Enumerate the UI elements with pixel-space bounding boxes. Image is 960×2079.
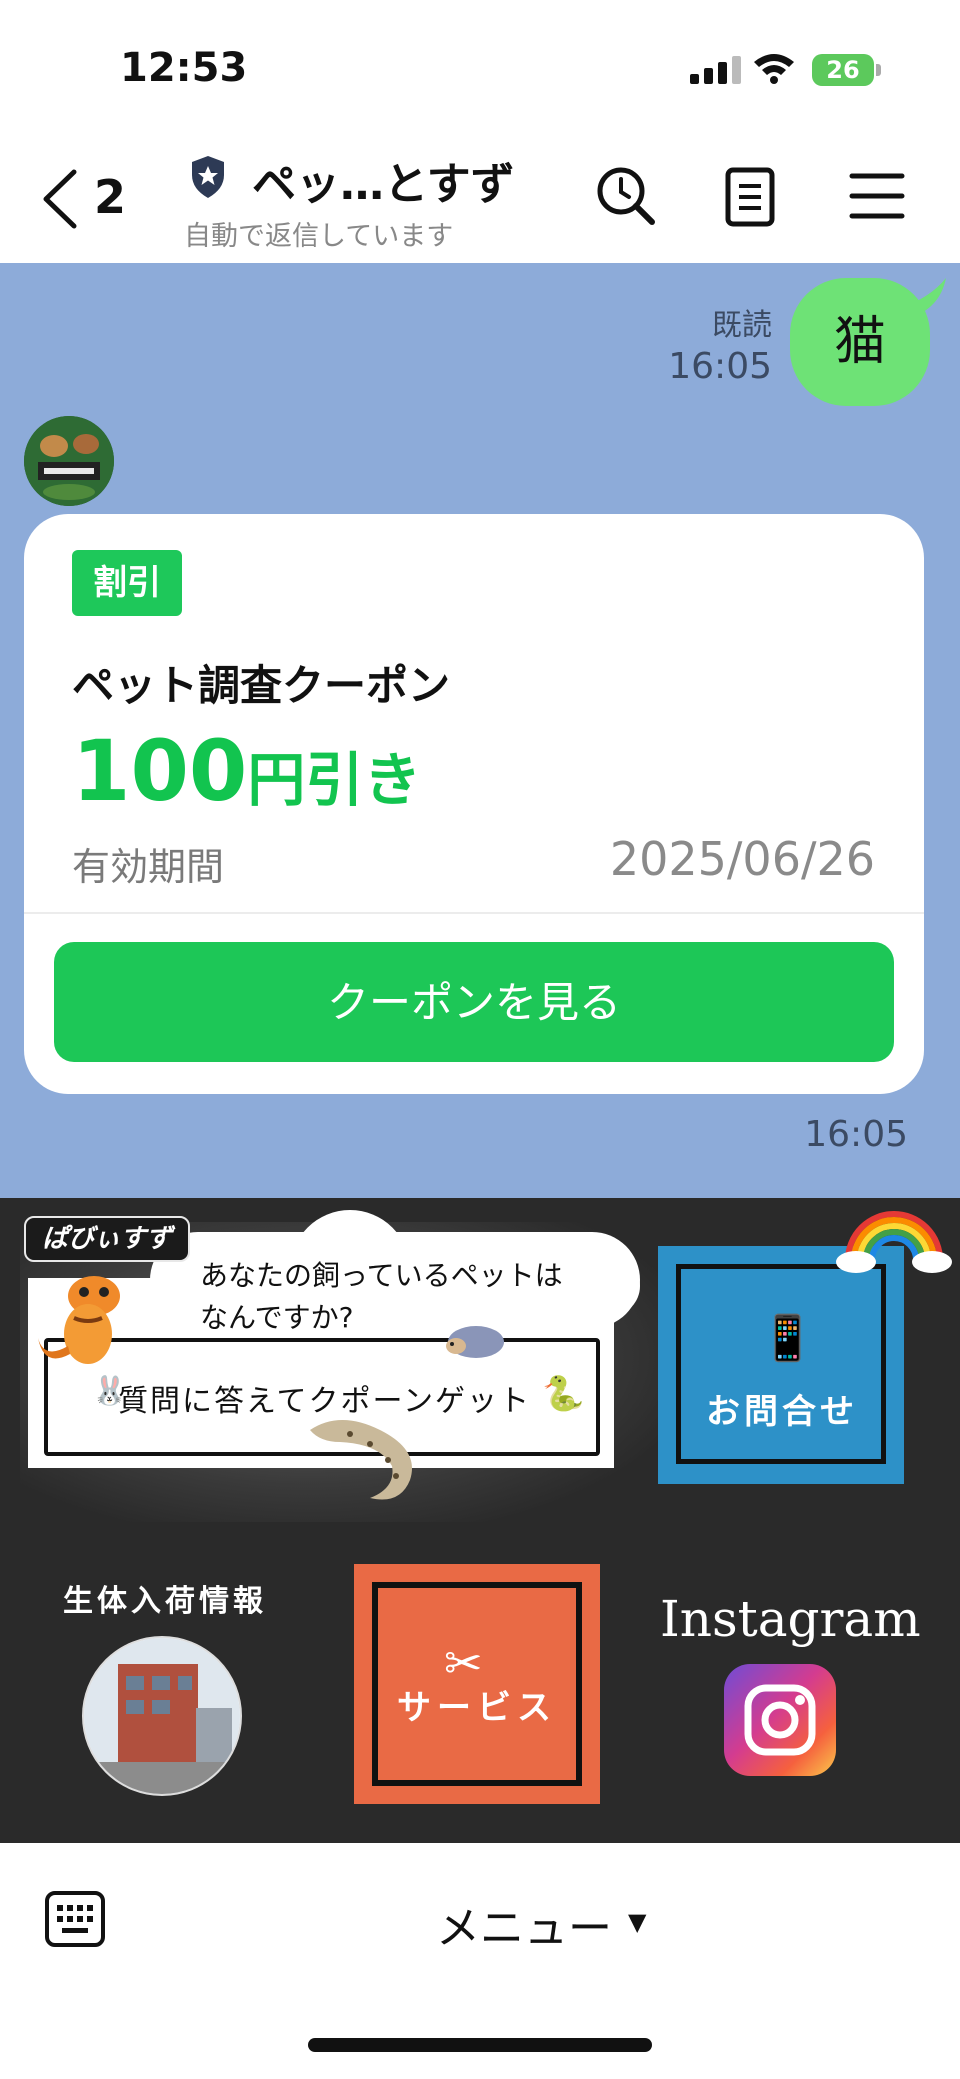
gecko-illustration — [38, 1276, 120, 1364]
validity-date: 2025/06/26 — [609, 832, 875, 886]
battery-tip — [876, 64, 881, 76]
coupon-type-badge: 割引 — [72, 550, 182, 616]
hedgehog-illustration — [446, 1326, 504, 1358]
view-coupon-button[interactable]: クーポンを見る — [54, 942, 894, 1062]
contact-label: お問合せ — [706, 1392, 858, 1432]
back-unread-count[interactable]: 2 — [94, 170, 126, 224]
discount-unit: 円引き — [247, 746, 422, 814]
coupon-discount: 100円引き — [72, 722, 421, 820]
sent-message-bubble[interactable]: 猫 — [790, 278, 930, 406]
battery-indicator: 26 — [812, 54, 874, 86]
auto-reply-status: 自動で返信しています — [184, 221, 454, 252]
shield-star-icon — [192, 156, 224, 198]
pet-question: あなたの飼っているペットは なんですか? — [200, 1259, 563, 1334]
received-message-time: 16:05 — [804, 1114, 908, 1155]
instagram-icon[interactable] — [724, 1664, 836, 1776]
menu-toggle-label[interactable]: メニュー — [436, 1892, 612, 1956]
notes-icon[interactable] — [724, 166, 780, 230]
sent-message-time: 16:05 — [668, 346, 772, 387]
hamburger-menu-icon[interactable] — [848, 170, 906, 222]
new-arrivals-label: 生体入荷情報 — [63, 1584, 267, 1619]
rainbow-icon — [836, 1211, 952, 1273]
coupon-divider — [24, 912, 924, 914]
phone-icon: 📱 — [760, 1313, 815, 1364]
home-indicator — [308, 2038, 652, 2052]
caret-down-icon[interactable]: ▼ — [628, 1908, 646, 1936]
status-time: 12:53 — [120, 45, 248, 91]
snake-illustration: 🐍 — [542, 1374, 585, 1414]
instagram-label[interactable]: Instagram — [660, 1590, 921, 1648]
leopard-gecko-illustration — [310, 1420, 412, 1500]
coupon-name: ペット調査クーポン — [72, 661, 451, 710]
cellular-signal-icon — [690, 56, 746, 84]
wifi-icon — [754, 54, 794, 84]
discount-amount: 100 — [72, 722, 248, 820]
shop-logo: ぱびぃすず — [24, 1216, 190, 1262]
read-receipt: 既読 — [712, 308, 772, 343]
account-avatar[interactable] — [24, 416, 114, 506]
contact-tile-frame — [676, 1264, 886, 1464]
store-photo[interactable] — [82, 1636, 242, 1796]
keyboard-icon[interactable] — [44, 1890, 106, 1948]
validity-label: 有効期間 — [72, 845, 225, 889]
rabbit-illustration: 🐰 — [92, 1374, 127, 1407]
search-clock-icon[interactable] — [594, 164, 658, 228]
service-label: サービス — [397, 1688, 557, 1728]
chat-title[interactable]: ペッ…とすず — [252, 148, 515, 212]
